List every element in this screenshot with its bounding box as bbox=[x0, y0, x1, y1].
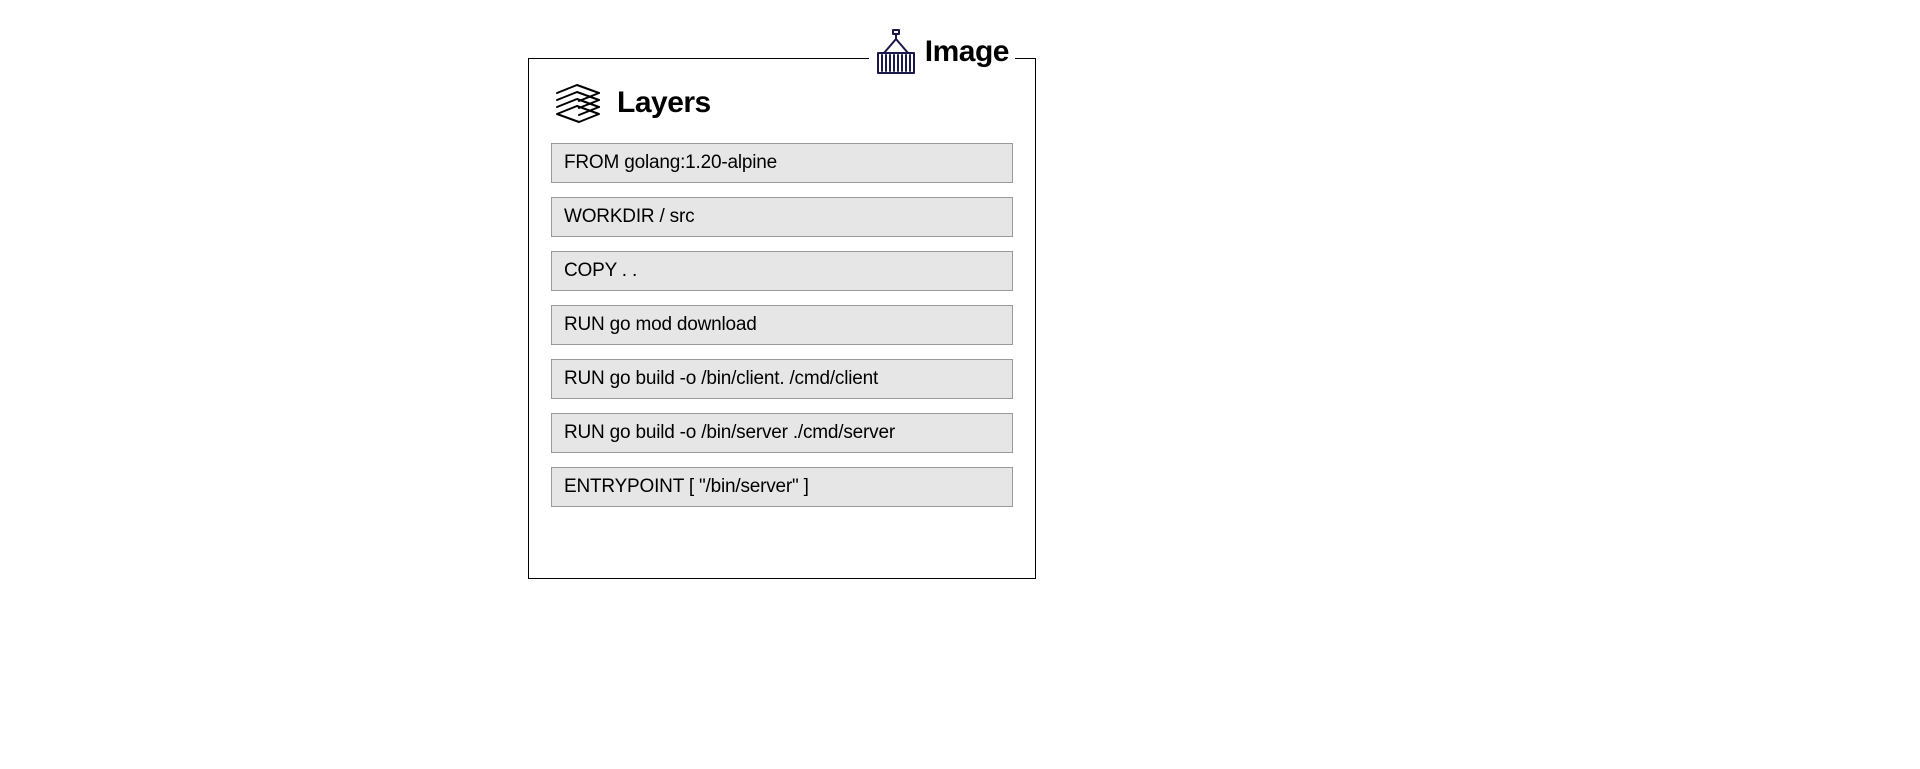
container-icon bbox=[875, 29, 917, 75]
layer-item: FROM golang:1.20-alpine bbox=[551, 143, 1013, 183]
layer-item: COPY . . bbox=[551, 251, 1013, 291]
layers-title: Layers bbox=[617, 86, 711, 120]
image-box: Image Layers FR bbox=[528, 58, 1036, 579]
layers-stack-icon bbox=[553, 81, 603, 125]
layers-list: FROM golang:1.20-alpine WORKDIR / src CO… bbox=[529, 143, 1035, 529]
image-label: Image bbox=[925, 35, 1009, 69]
layer-item: ENTRYPOINT [ "/bin/server" ] bbox=[551, 467, 1013, 507]
layer-item: RUN go build -o /bin/client. /cmd/client bbox=[551, 359, 1013, 399]
layer-item: WORKDIR / src bbox=[551, 197, 1013, 237]
layer-item: RUN go mod download bbox=[551, 305, 1013, 345]
image-label-group: Image bbox=[869, 29, 1015, 75]
layer-item: RUN go build -o /bin/server ./cmd/server bbox=[551, 413, 1013, 453]
